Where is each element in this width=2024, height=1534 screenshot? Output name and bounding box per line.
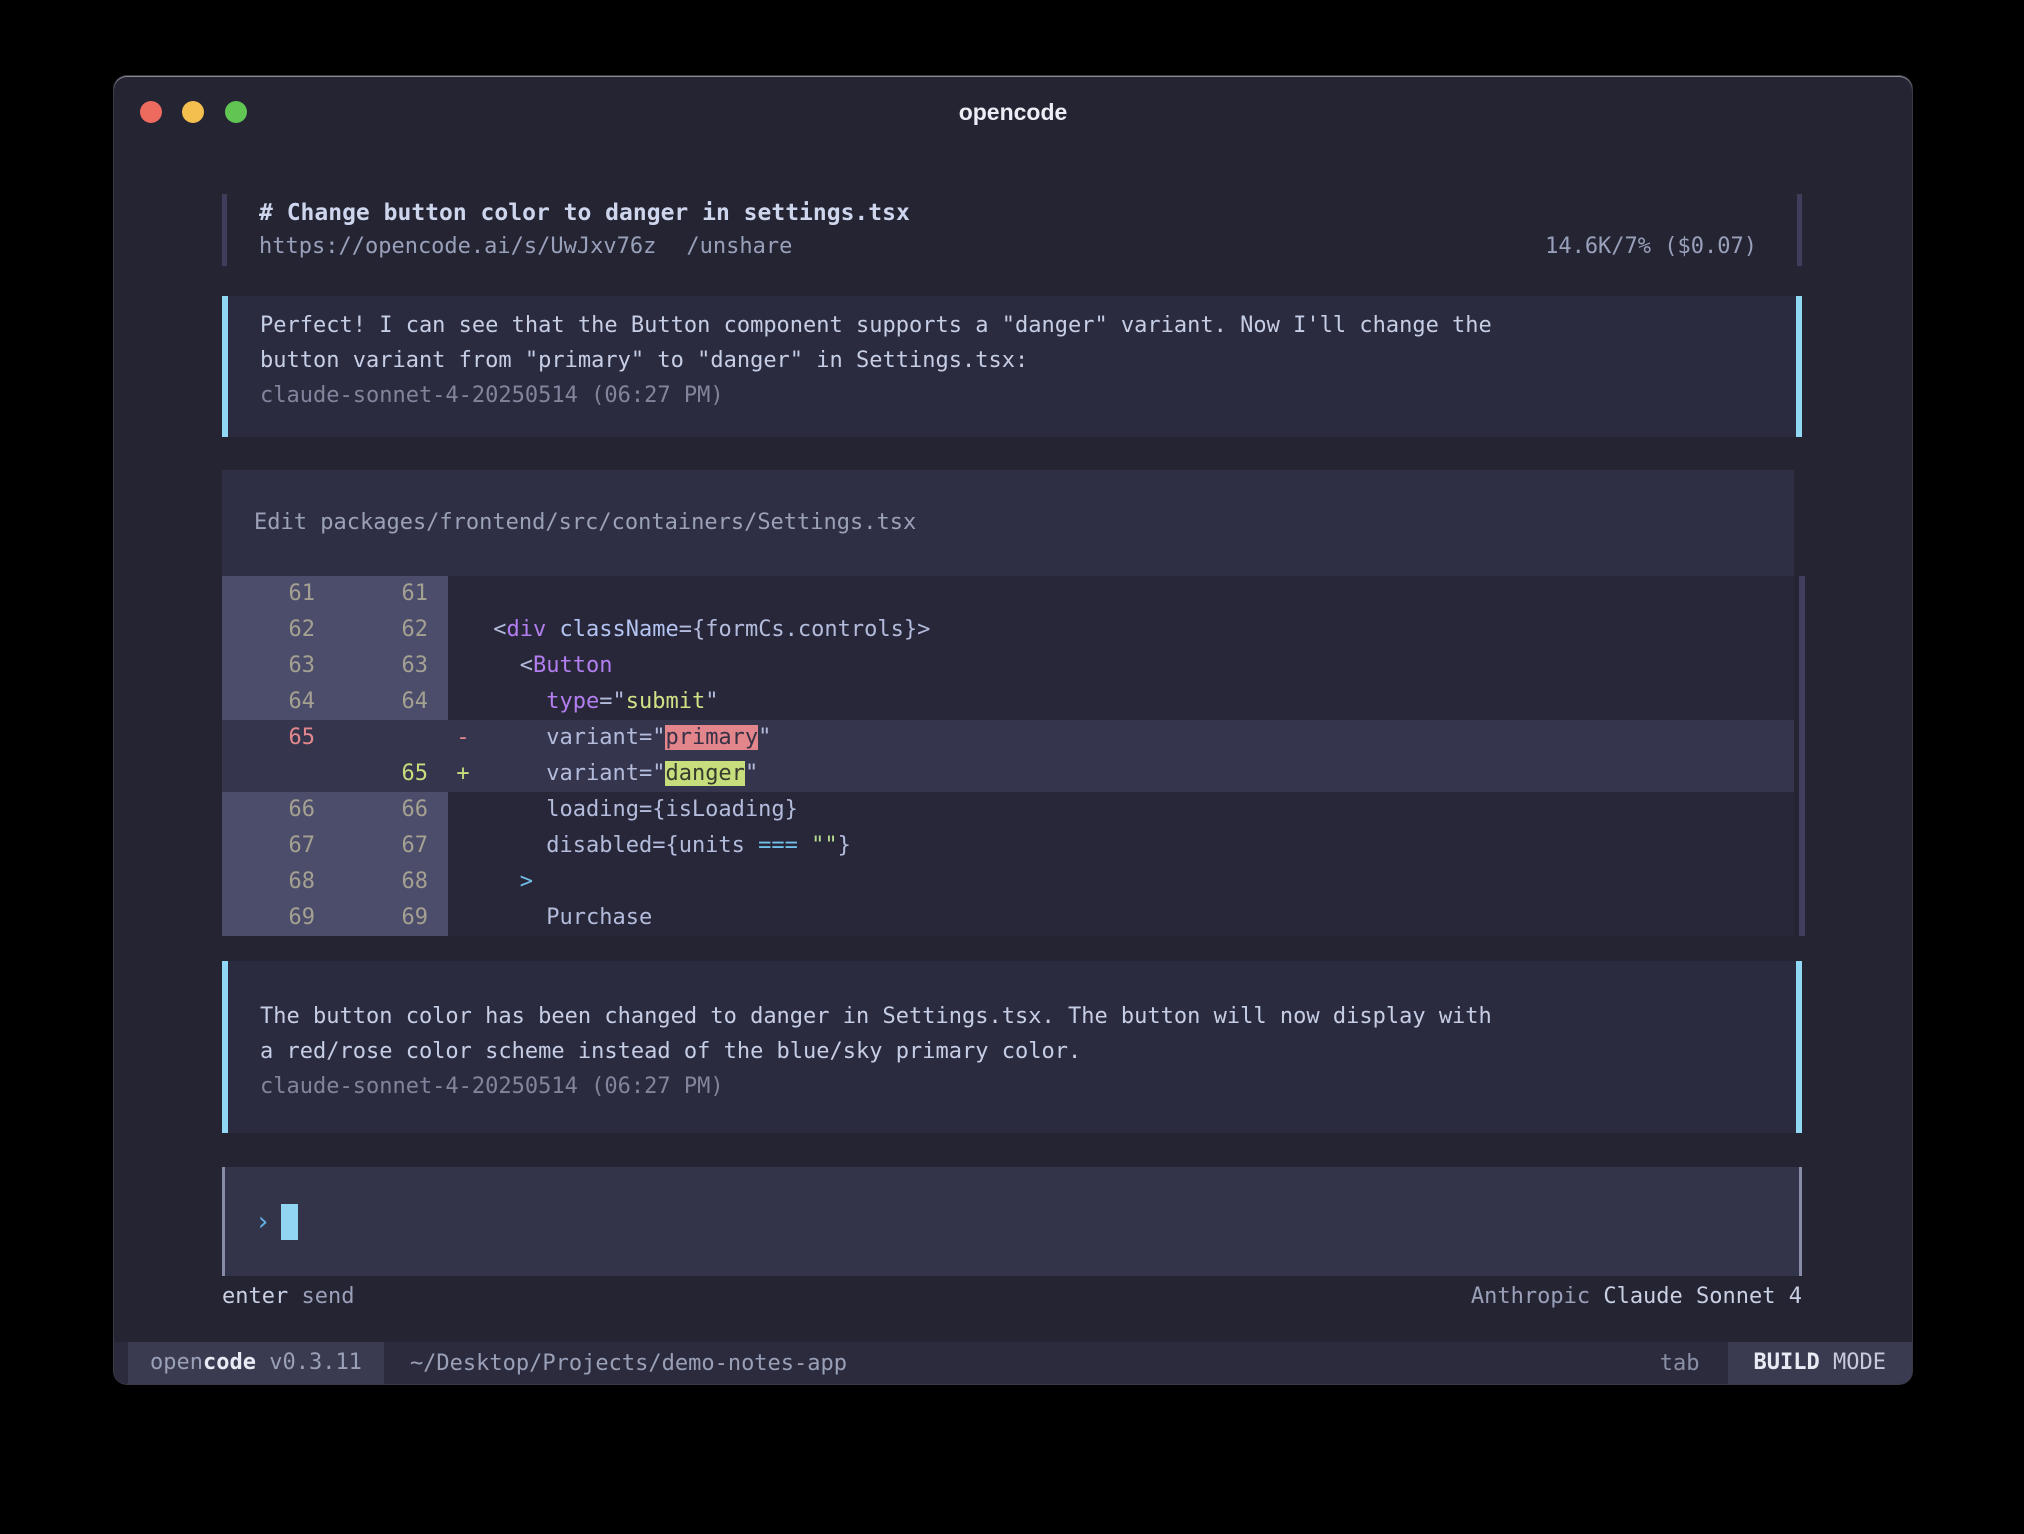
code-line: variant="primary": [478, 720, 1794, 756]
diff-marker: [448, 900, 478, 936]
assistant-message: The button color has been changed to dan…: [222, 961, 1802, 1133]
line-number-new: 61: [335, 576, 448, 612]
diff-scrollbar[interactable]: [1799, 576, 1805, 936]
message-meta: claude-sonnet-4-20250514 (06:27 PM): [260, 378, 1796, 413]
mode-badge: BUILD MODE: [1728, 1342, 1912, 1384]
message-text: Perfect! I can see that the Button compo…: [260, 308, 1505, 378]
diff-marker: [448, 576, 478, 612]
unshare-command[interactable]: /unshare: [686, 230, 792, 264]
diff-row: 65+ variant="danger": [222, 756, 1794, 792]
diff-marker: [448, 648, 478, 684]
app-version-badge: opencode v0.3.11: [128, 1342, 384, 1384]
line-number-old: 66: [222, 792, 335, 828]
line-number-old: 62: [222, 612, 335, 648]
line-number-old: 65: [222, 720, 335, 756]
line-number-old: 68: [222, 864, 335, 900]
text-cursor: [281, 1204, 298, 1240]
diff-row: 6161: [222, 576, 1794, 612]
line-number-new: 67: [335, 828, 448, 864]
edit-tool-title: Edit packages/frontend/src/containers/Se…: [254, 508, 1794, 538]
app-window: opencode # Change button color to danger…: [114, 76, 1912, 1384]
line-number-new: 64: [335, 684, 448, 720]
diff-marker: [448, 684, 478, 720]
diff-row: 6666 loading={isLoading}: [222, 792, 1794, 828]
message-text: The button color has been changed to dan…: [260, 999, 1505, 1069]
diff-marker: [448, 792, 478, 828]
diff-row: 65 - variant="primary": [222, 720, 1794, 756]
code-line: <Button: [478, 648, 1794, 684]
code-line: Purchase: [478, 900, 1794, 936]
line-number-old: 63: [222, 648, 335, 684]
diff-row: 6464 type="submit": [222, 684, 1794, 720]
diff-row: 6363 <Button: [222, 648, 1794, 684]
code-line: >: [478, 864, 1794, 900]
code-line: variant="danger": [478, 756, 1794, 792]
hint-row: enter send Anthropic Claude Sonnet 4: [222, 1282, 1802, 1312]
titlebar: opencode: [114, 76, 1912, 148]
enter-hint: enter send: [222, 1282, 354, 1312]
code-line: loading={isLoading}: [478, 792, 1794, 828]
code-line: <div className={formCs.controls}>: [478, 612, 1794, 648]
line-number-old: 69: [222, 900, 335, 936]
line-number-old: [222, 756, 335, 792]
message-meta: claude-sonnet-4-20250514 (06:27 PM): [260, 1069, 1796, 1104]
working-directory: ~/Desktop/Projects/demo-notes-app: [410, 1351, 847, 1376]
prompt-input[interactable]: ›: [222, 1167, 1802, 1276]
diff-row: 6868 >: [222, 864, 1794, 900]
diff-marker: [448, 612, 478, 648]
share-url[interactable]: https://opencode.ai/s/UwJxv76z: [259, 230, 656, 264]
diff-view: 61616262 <div className={formCs.controls…: [222, 576, 1794, 936]
line-number-old: 61: [222, 576, 335, 612]
diff-marker: [448, 828, 478, 864]
assistant-message: Perfect! I can see that the Button compo…: [222, 296, 1802, 437]
tab-key-hint[interactable]: tab: [1660, 1351, 1700, 1376]
diff-marker: +: [448, 756, 478, 792]
line-number-new: 62: [335, 612, 448, 648]
line-number-new: 65: [335, 756, 448, 792]
diff-row: 6969 Purchase: [222, 900, 1794, 936]
line-number-old: 67: [222, 828, 335, 864]
line-number-new: 69: [335, 900, 448, 936]
status-bar: opencode v0.3.11 ~/Desktop/Projects/demo…: [114, 1342, 1912, 1384]
window-title: opencode: [114, 76, 1912, 148]
session-header: # Change button color to danger in setti…: [222, 194, 1802, 266]
code-line: type="submit": [478, 684, 1794, 720]
model-indicator: Anthropic Claude Sonnet 4: [1471, 1282, 1802, 1312]
line-number-new: 68: [335, 864, 448, 900]
diff-marker: -: [448, 720, 478, 756]
session-title: # Change button color to danger in setti…: [259, 196, 1797, 230]
diff-row: 6767 disabled={units === ""}: [222, 828, 1794, 864]
edit-tool-block: Edit packages/frontend/src/containers/Se…: [222, 470, 1794, 936]
line-number-new: 66: [335, 792, 448, 828]
line-number-new: 63: [335, 648, 448, 684]
line-number-new: [335, 720, 448, 756]
prompt-icon: ›: [255, 1207, 271, 1237]
token-usage: 14.6K/7% ($0.07): [1545, 230, 1757, 264]
code-line: disabled={units === ""}: [478, 828, 1794, 864]
line-number-old: 64: [222, 684, 335, 720]
diff-marker: [448, 864, 478, 900]
diff-row: 6262 <div className={formCs.controls}>: [222, 612, 1794, 648]
code-line: [478, 576, 1794, 612]
